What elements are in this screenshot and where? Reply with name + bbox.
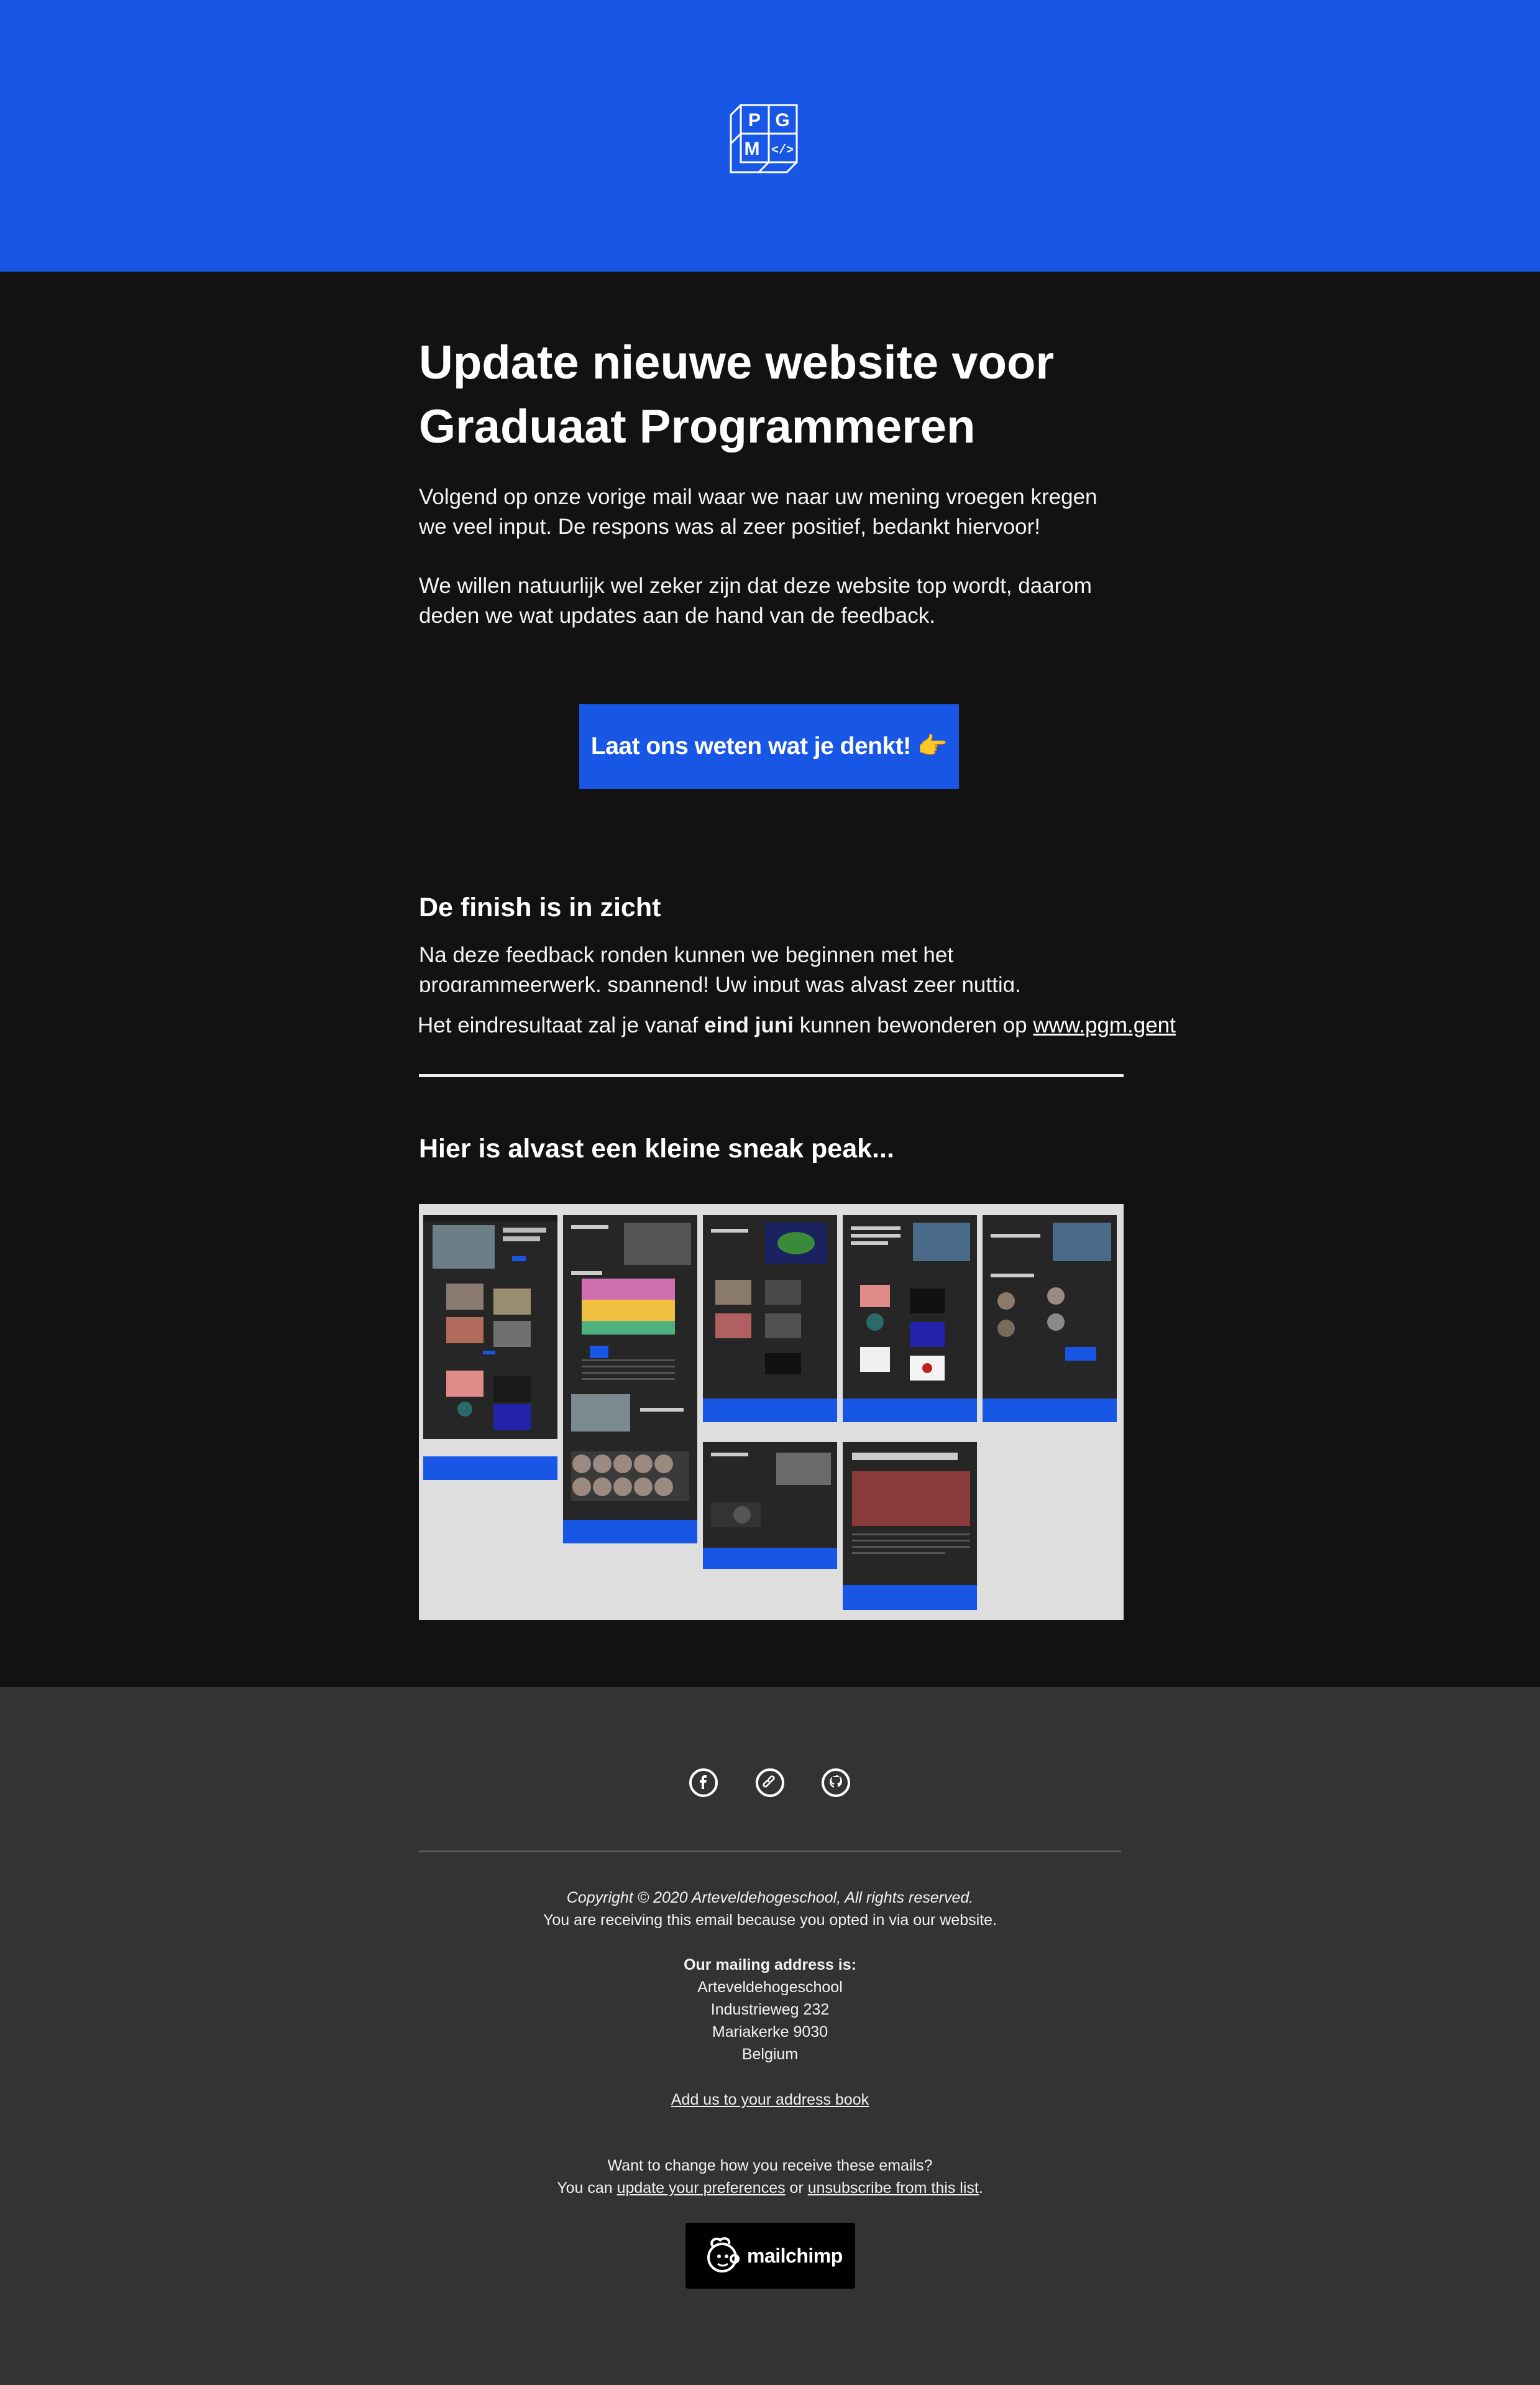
address-book-link[interactable]: Add us to your address book (671, 2091, 869, 2108)
address-book-row: Add us to your address book (0, 2089, 1540, 2111)
address-line-4: Belgium (741, 2046, 799, 2063)
sneak-heading-block: Hier is alvast een kleine sneak peak... (419, 1131, 1124, 1166)
change-options: You can update your preferences or unsub… (0, 2177, 1540, 2199)
copyright-line: Copyright © 2020 Arteveldehogeschool, Al… (0, 1886, 1540, 1909)
intro-paragraph-1: Volgend op onze vorige mail waar we naar… (419, 482, 1124, 542)
mailing-address-label: Our mailing address is: (0, 1954, 1540, 1976)
email-header: P G M </> (0, 0, 1540, 272)
facebook-icon[interactable] (689, 1768, 718, 1797)
update-preferences-link[interactable]: update your preferences (617, 2179, 786, 2197)
mailchimp-logo-icon (707, 2237, 740, 2272)
change-or: or (785, 2179, 808, 2197)
logo-letter-m: M (745, 139, 760, 159)
logo-code-symbol: </> (771, 144, 794, 158)
logo-letter-g: G (775, 110, 789, 131)
finish-text: Na deze feedback ronden kunnen we beginn… (419, 943, 1021, 992)
result-text: Het eindresultaat zal je vanaf eind juni… (418, 1011, 1176, 1041)
mailchimp-badge[interactable]: mailchimp (685, 2223, 855, 2289)
sneak-title: Hier is alvast een kleine sneak peak... (419, 1134, 894, 1164)
change-suffix: . (978, 2179, 983, 2197)
result-prefix: Het eindresultaat zal je vanaf (418, 1013, 705, 1037)
pgm-logo: P G M </> (730, 104, 798, 173)
result-middle: kunnen bewonderen op (794, 1013, 1034, 1037)
intro-text-2: We willen natuurlijk wel zeker zijn dat … (419, 574, 1092, 628)
result-date: eind juni (704, 1013, 794, 1037)
website-link[interactable]: www.pgm.gent (1033, 1013, 1176, 1037)
page-title: Update nieuwe website voor Graduaat Prog… (419, 336, 1054, 453)
website-mockups (423, 1215, 1117, 1610)
section-divider (419, 1074, 1124, 1077)
finish-paragraph: Na deze feedback ronden kunnen we beginn… (419, 940, 1124, 992)
intro-text-1: Volgend op onze vorige mail waar we naar… (419, 485, 1098, 539)
finish-title: De finish is in zicht (419, 893, 661, 922)
unsubscribe-link[interactable]: unsubscribe from this list (808, 2179, 979, 2197)
change-question: Want to change how you receive these ema… (607, 2157, 933, 2174)
result-line: Het eindresultaat zal je vanaf eind juni… (418, 1011, 1176, 1041)
mailchimp-label: mailchimp (747, 2245, 843, 2267)
finish-section-heading: De finish is in zicht (419, 890, 1124, 925)
sneak-peek-image (419, 1204, 1124, 1620)
opt-in-reason: You are receiving this email because you… (543, 1911, 997, 1929)
feedback-cta-button[interactable]: Laat ons weten wat je denkt! 👉 (579, 704, 959, 789)
page-title-block: Update nieuwe website voor Graduaat Prog… (419, 331, 1124, 459)
address-line-1: Arteveldehogeschool (697, 1978, 843, 1996)
mailing-label-text: Our mailing address is: (684, 1956, 856, 1974)
link-icon[interactable] (756, 1768, 784, 1797)
copyright-text: Copyright © 2020 Arteveldehogeschool, Al… (566, 1889, 974, 1906)
address-line-2: Industrieweg 232 (710, 2001, 830, 2018)
change-prefix: You can (557, 2179, 617, 2197)
github-icon[interactable] (822, 1768, 850, 1797)
logo-letter-p: P (748, 110, 761, 131)
address-line-3: Mariakerke 9030 (712, 2023, 828, 2041)
footer-divider (419, 1850, 1121, 1852)
intro-paragraph-2: We willen natuurlijk wel zeker zijn dat … (419, 571, 1124, 631)
